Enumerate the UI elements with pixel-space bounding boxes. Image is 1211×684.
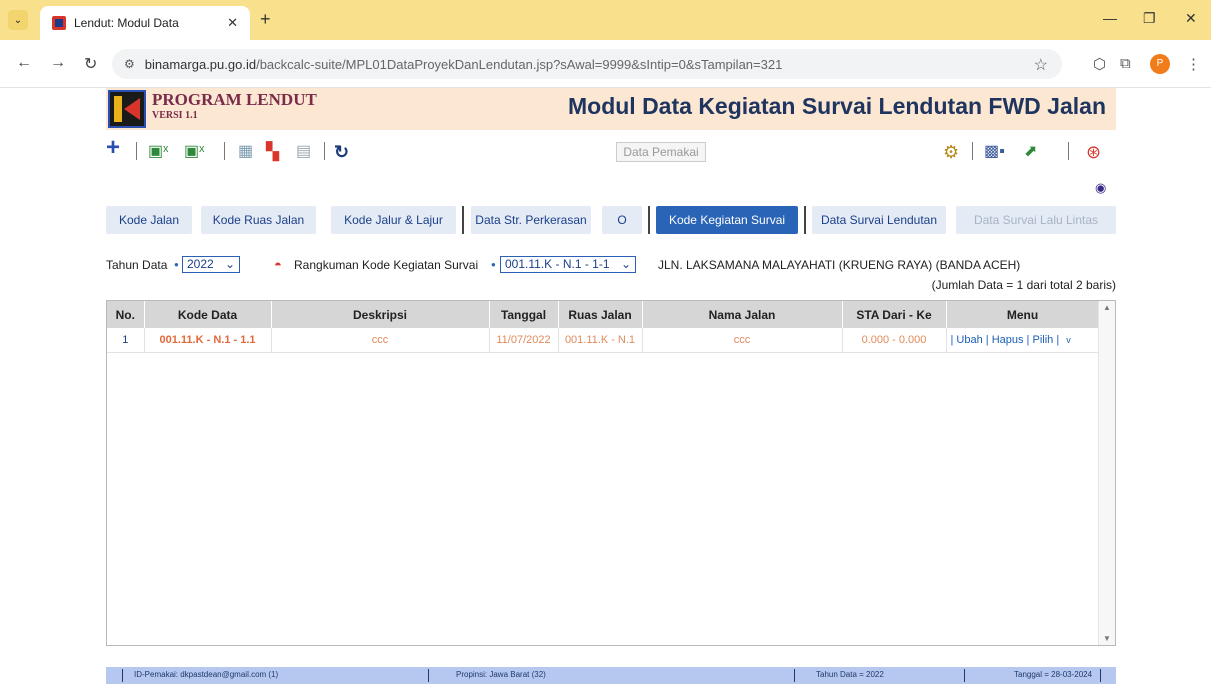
tab-kode-ruas-jalan[interactable]: Kode Ruas Jalan: [201, 206, 316, 234]
cell-sta: 0.000 - 0.000: [842, 328, 947, 353]
col-header-menu[interactable]: Menu: [946, 301, 1100, 328]
refresh-icon[interactable]: ↻: [334, 142, 349, 162]
exit-icon[interactable]: ⊛: [1086, 142, 1101, 162]
table-row[interactable]: 1 001.11.K - N.1 - 1.1 ccc 11/07/2022 00…: [107, 328, 1100, 353]
export-excel-icon[interactable]: ▣ˣ: [184, 142, 204, 162]
shield-icon[interactable]: ⬡: [1093, 55, 1106, 73]
kode-select-value: 001.11.K - N.1 - 1-1: [505, 257, 610, 271]
tab-data-survai-lalu-lintas: Data Survai Lalu Lintas: [956, 206, 1116, 234]
profile-avatar[interactable]: P: [1150, 54, 1170, 74]
archive-icon[interactable]: ▩▪: [984, 142, 1005, 162]
footer-tanggal: Tanggal = 28-03-2024: [1014, 670, 1093, 679]
add-icon[interactable]: +: [106, 136, 120, 160]
kode-kegiatan-select[interactable]: 001.11.K - N.1 - 1-1 ⌄: [500, 256, 636, 273]
cell-nama-jalan: ccc: [642, 328, 843, 353]
footer-propinsi: Propinsi: Jawa Barat (32): [456, 670, 546, 679]
reload-icon[interactable]: ↻: [84, 54, 97, 74]
favicon-icon: [52, 16, 66, 30]
browser-tab[interactable]: Lendut: Modul Data ✕: [40, 6, 250, 40]
tab-kode-jalur-lajur[interactable]: Kode Jalur & Lajur: [331, 206, 456, 234]
minimize-icon[interactable]: —: [1103, 10, 1117, 26]
col-header-tanggal[interactable]: Tanggal: [489, 301, 559, 328]
chevron-down-icon: ⌄: [620, 257, 631, 271]
tab-close-icon[interactable]: ✕: [227, 15, 238, 31]
filter-bar: Tahun Data ● 2022 ⌄ ◓ Rangkuman Kode Keg…: [106, 256, 1116, 276]
tahun-dot-icon: ●: [174, 260, 179, 269]
tahun-label: Tahun Data: [106, 258, 168, 272]
url-path: /backcalc-suite/MPL01DataProyekDanLendut…: [256, 56, 783, 72]
tab-data-survai-lendutan[interactable]: Data Survai Lendutan: [812, 206, 946, 234]
browser-tab-bar: ⌄ Lendut: Modul Data ✕ + — ❐ ✕: [0, 0, 1211, 40]
color-grid-icon[interactable]: ▚: [266, 142, 279, 162]
tahun-select-value: 2022: [187, 257, 214, 271]
data-pemakai-button[interactable]: Data Pemakai: [616, 142, 706, 162]
program-title: PROGRAM LENDUT: [152, 90, 317, 109]
browser-address-bar: ← → ↻ ⚙ binamarga.pu.go.id/backcalc-suit…: [0, 40, 1211, 88]
tab-data-str-perkerasan[interactable]: Data Str. Perkerasan: [471, 206, 591, 234]
table-scrollbar[interactable]: ▲ ▼: [1098, 301, 1115, 645]
footer-tahun: Tahun Data = 2022: [816, 670, 884, 679]
forward-icon[interactable]: →: [50, 54, 66, 72]
program-version: VERSI 1.1: [152, 110, 198, 121]
col-header-kode-data[interactable]: Kode Data: [144, 301, 272, 328]
col-header-ruas-jalan[interactable]: Ruas Jalan: [558, 301, 643, 328]
toolbar: + ▣ˣ ▣ˣ ▦ ▚ ▤ ↻ Data Pemakai ⚙ ▩▪ ⬈ ⊛: [106, 136, 1116, 166]
cell-no: 1: [107, 328, 145, 353]
browser-menu-icon[interactable]: ⋮: [1186, 55, 1201, 73]
chevron-down-icon: ⌄: [224, 257, 235, 271]
new-tab-icon[interactable]: +: [260, 9, 271, 30]
jalan-name: JLN. LAKSAMANA MALAYAHATI (KRUENG RAYA) …: [658, 258, 1021, 272]
cell-deskripsi: ccc: [271, 328, 490, 353]
cell-kode-data: 001.11.K - N.1 - 1.1: [144, 328, 272, 353]
tab-o[interactable]: O: [602, 206, 642, 234]
more-menu-link[interactable]: v: [1066, 335, 1071, 345]
url-input[interactable]: ⚙ binamarga.pu.go.id/backcalc-suite/MPL0…: [112, 49, 1062, 79]
col-header-no[interactable]: No.: [107, 301, 145, 328]
header-banner: PROGRAM LENDUT VERSI 1.1 Modul Data Kegi…: [106, 88, 1116, 130]
page-title: Modul Data Kegiatan Survai Lendutan FWD …: [567, 93, 1106, 119]
col-header-deskripsi[interactable]: Deskripsi: [271, 301, 490, 328]
tahun-select[interactable]: 2022 ⌄: [182, 256, 240, 273]
table-header-row: No. Kode Data Deskripsi Tanggal Ruas Jal…: [107, 301, 1100, 328]
tab-kode-kegiatan-survai[interactable]: Kode Kegiatan Survai: [656, 206, 798, 234]
url-host: binamarga.pu.go.id: [144, 56, 257, 72]
cell-ruas-jalan: 001.11.K - N.1: [558, 328, 643, 353]
pilih-link[interactable]: Pilih: [1032, 334, 1053, 346]
tab-title: Lendut: Modul Data: [74, 16, 179, 30]
col-header-sta[interactable]: STA Dari - Ke: [842, 301, 947, 328]
back-icon[interactable]: ←: [16, 54, 32, 72]
edit-chart-icon[interactable]: ⬈: [1024, 142, 1037, 162]
close-window-icon[interactable]: ✕: [1185, 10, 1197, 27]
extensions-icon[interactable]: ⧉: [1120, 55, 1131, 72]
tab-kode-jalan[interactable]: Kode Jalan: [106, 206, 192, 234]
bookmark-star-icon[interactable]: ☆: [1034, 55, 1048, 75]
ubah-link[interactable]: Ubah: [956, 334, 982, 346]
settings-gear-icon[interactable]: ⚙: [943, 142, 959, 162]
tab-search-icon[interactable]: ⌄: [8, 10, 28, 30]
scroll-down-icon[interactable]: ▼: [1103, 634, 1111, 643]
data-table: No. Kode Data Deskripsi Tanggal Ruas Jal…: [106, 300, 1116, 646]
footer-id-pemakai: ID-Pemakai: dkpastdean@gmail.com (1): [134, 670, 279, 679]
hapus-link[interactable]: Hapus: [992, 334, 1024, 346]
table-icon[interactable]: ▤: [296, 142, 311, 162]
rangkuman-label: Rangkuman Kode Kegiatan Survai: [294, 258, 479, 272]
rangkuman-dot-icon: ●: [491, 260, 496, 269]
jumlah-data: (Jumlah Data = 1 dari total 2 baris): [931, 278, 1116, 292]
cell-tanggal: 11/07/2022: [489, 328, 559, 353]
status-footer: ID-Pemakai: dkpastdean@gmail.com (1) Pro…: [106, 667, 1116, 684]
site-info-icon[interactable]: ⚙: [124, 57, 135, 71]
restore-icon[interactable]: ❐: [1143, 10, 1156, 27]
view-icon[interactable]: ◉: [1095, 180, 1106, 196]
scroll-up-icon[interactable]: ▲: [1103, 303, 1111, 312]
lendut-logo: [108, 90, 146, 128]
calculator-icon[interactable]: ▦: [238, 142, 253, 162]
import-excel-icon[interactable]: ▣ˣ: [148, 142, 168, 162]
cell-menu: | Ubah | Hapus | Pilih | v: [946, 328, 1100, 353]
col-header-nama-jalan[interactable]: Nama Jalan: [642, 301, 843, 328]
flag-icon: ◓: [274, 257, 282, 272]
